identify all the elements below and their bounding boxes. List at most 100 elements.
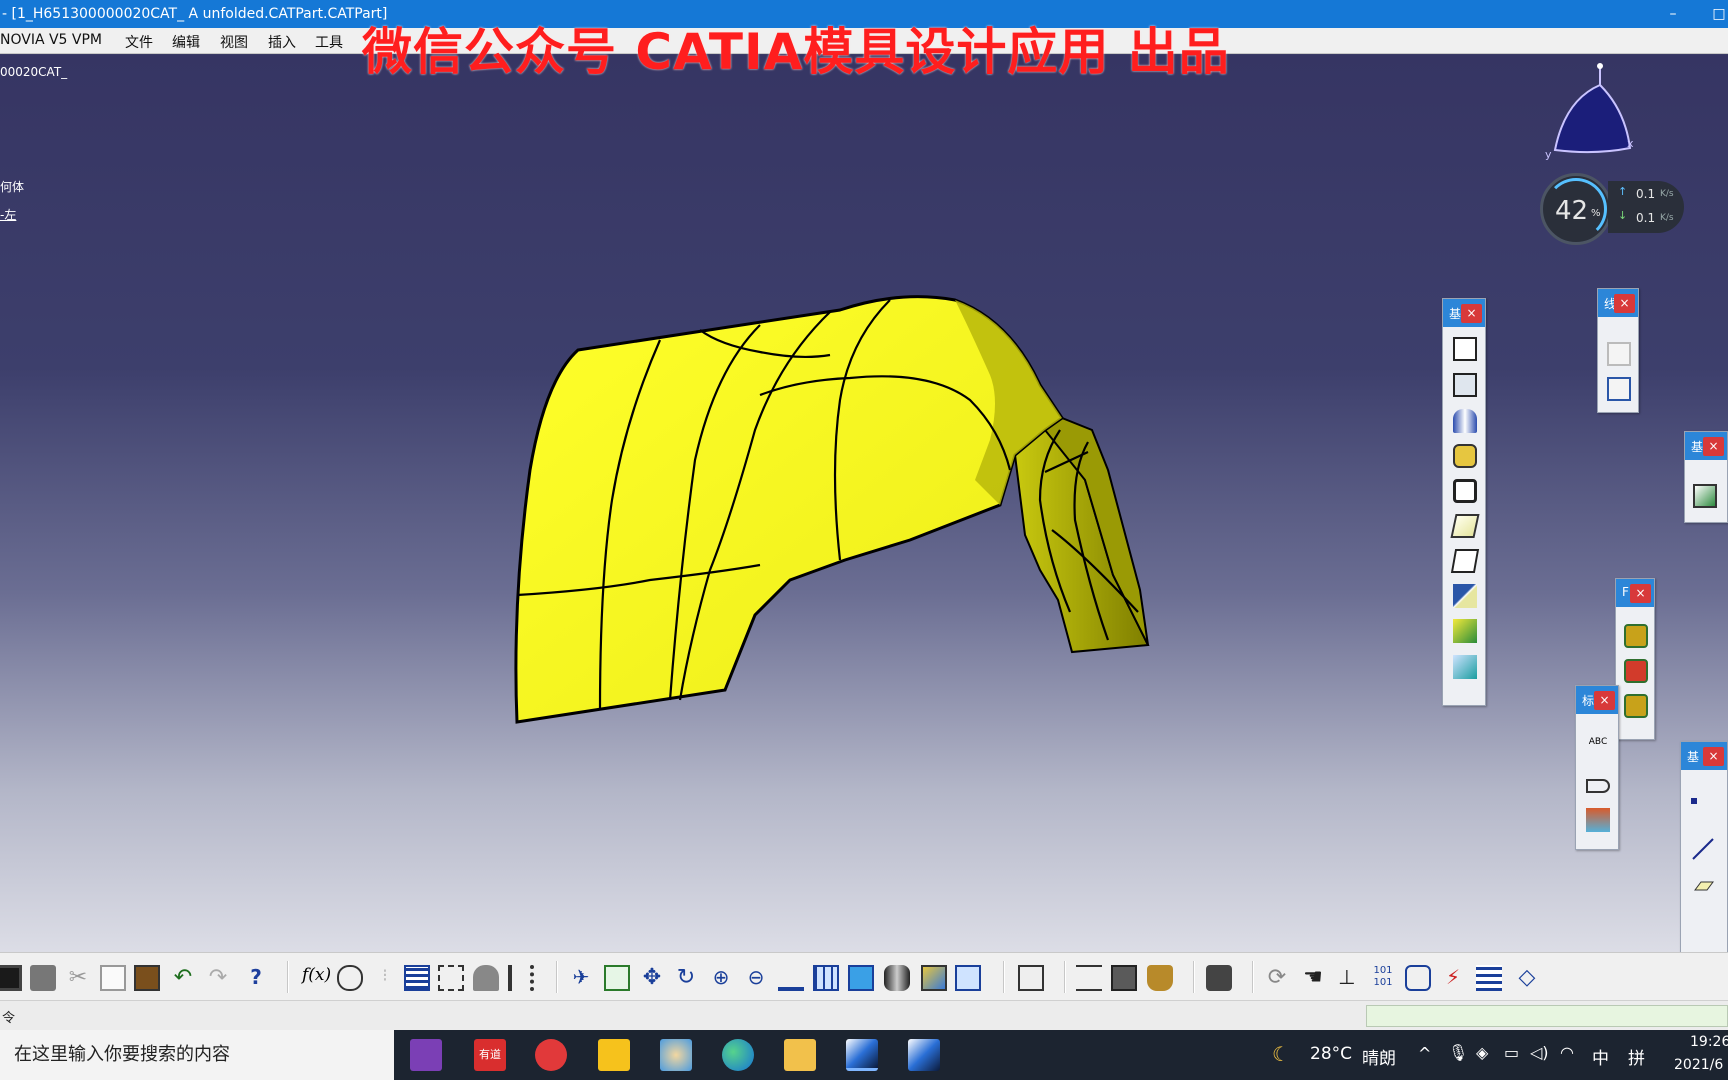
- analysis-icon[interactable]: ⚡: [1440, 965, 1466, 991]
- print-icon[interactable]: [30, 965, 56, 991]
- fill-icon[interactable]: [1453, 444, 1477, 468]
- zoom-in-icon[interactable]: ⊕: [708, 965, 734, 991]
- menu-view[interactable]: 视图: [220, 32, 248, 52]
- line-icon[interactable]: [1691, 837, 1715, 861]
- measure-inertia-icon[interactable]: [1147, 965, 1173, 991]
- close-icon[interactable]: ×: [1461, 304, 1482, 323]
- iso-view-icon[interactable]: [848, 965, 874, 991]
- sticky-notes-icon[interactable]: [598, 1039, 630, 1071]
- floating-toolbar-wireframe[interactable]: 线 ×: [1597, 288, 1639, 413]
- hide-show-icon[interactable]: [921, 965, 947, 991]
- clock-time[interactable]: 19:26: [1690, 1034, 1728, 1050]
- extrude-icon[interactable]: [1453, 337, 1477, 361]
- wifi-icon[interactable]: ◠: [1560, 1043, 1574, 1062]
- undo-icon[interactable]: ↶: [170, 965, 196, 991]
- onenote-icon[interactable]: [410, 1039, 442, 1071]
- measure-between-icon[interactable]: [1076, 965, 1102, 991]
- view-annotation-icon[interactable]: [1586, 808, 1610, 832]
- multi-view-icon[interactable]: [813, 965, 839, 991]
- floating-toolbar-features[interactable]: F ×: [1615, 578, 1655, 740]
- text-annotation-icon[interactable]: ABC: [1586, 736, 1610, 760]
- trim-icon[interactable]: [1453, 619, 1477, 643]
- constraints-icon[interactable]: [508, 965, 534, 991]
- microphone-icon[interactable]: 🎙: [1448, 1043, 1468, 1062]
- box-icon[interactable]: [1607, 377, 1631, 401]
- loft-icon[interactable]: [1453, 479, 1477, 503]
- paste-icon[interactable]: [134, 965, 160, 991]
- point-icon[interactable]: [1691, 798, 1697, 804]
- close-icon[interactable]: ×: [1614, 294, 1635, 313]
- folder-icon[interactable]: [784, 1039, 816, 1071]
- normal-view-icon[interactable]: [778, 965, 804, 991]
- plane-icon[interactable]: [1691, 872, 1715, 896]
- cut-icon[interactable]: ✂: [65, 965, 91, 991]
- close-icon[interactable]: ×: [1703, 747, 1724, 766]
- minimize-button[interactable]: –: [1650, 0, 1696, 28]
- lock-icon[interactable]: [473, 965, 499, 991]
- axis-system-icon[interactable]: ⊥: [1334, 965, 1360, 991]
- flag-note-icon[interactable]: [1586, 779, 1610, 793]
- formula-icon[interactable]: f(x): [302, 965, 331, 991]
- compass-icon[interactable]: y x: [1535, 60, 1645, 170]
- floating-toolbar-reference[interactable]: 基 ×: [1680, 741, 1728, 952]
- grid-icon[interactable]: [1607, 342, 1631, 366]
- capture-icon[interactable]: [1206, 965, 1232, 991]
- catia-icon[interactable]: [846, 1039, 878, 1071]
- edge-icon[interactable]: [722, 1039, 754, 1071]
- list-icon[interactable]: [1476, 965, 1502, 991]
- offset-icon[interactable]: [1453, 373, 1477, 397]
- close-icon[interactable]: ×: [1630, 584, 1651, 603]
- floating-toolbar-surfaces[interactable]: 基 ×: [1442, 298, 1486, 706]
- swap-space-icon[interactable]: [955, 965, 981, 991]
- taskbar-search[interactable]: 在这里输入你要搜索的内容: [0, 1030, 394, 1080]
- youdao-icon[interactable]: 有道: [474, 1039, 506, 1071]
- close-icon[interactable]: ×: [1703, 437, 1724, 456]
- split-icon[interactable]: [1453, 584, 1477, 608]
- menu-edit[interactable]: 编辑: [172, 32, 200, 52]
- table-icon[interactable]: [404, 965, 430, 991]
- floating-toolbar-3[interactable]: 基 ×: [1684, 431, 1728, 523]
- apply-material-icon[interactable]: [1018, 965, 1044, 991]
- boundary-icon[interactable]: [1453, 655, 1477, 679]
- menu-insert[interactable]: 插入: [268, 32, 296, 52]
- menu-file[interactable]: 文件: [125, 32, 153, 52]
- ime-pinyin[interactable]: 拼: [1628, 1044, 1645, 1069]
- menu-app[interactable]: NOVIA V5 VPM: [0, 32, 102, 48]
- chevron-up-icon[interactable]: ^: [1418, 1044, 1431, 1063]
- paint-icon[interactable]: [660, 1039, 692, 1071]
- hand-icon[interactable]: ☚: [1300, 965, 1326, 991]
- close-icon[interactable]: ×: [1594, 691, 1615, 710]
- tree-structure-icon[interactable]: [438, 965, 464, 991]
- redo-icon[interactable]: ↷: [205, 965, 231, 991]
- pan-icon[interactable]: ✥: [639, 965, 665, 991]
- maximize-button[interactable]: □: [1696, 0, 1728, 28]
- network-icon[interactable]: ◈: [1476, 1043, 1488, 1062]
- feature-b-icon[interactable]: [1624, 659, 1648, 683]
- menu-tools[interactable]: 工具: [315, 32, 343, 52]
- battery-icon[interactable]: ▭: [1504, 1043, 1519, 1062]
- body-icon[interactable]: [1405, 965, 1431, 991]
- refresh-icon[interactable]: ⟳: [1264, 965, 1290, 991]
- blend-icon[interactable]: [1450, 514, 1480, 538]
- 3d-viewport[interactable]: 00020CAT_ 何体 -左 y x 42 % ↑ 0.1 K/s ↓ 0.1…: [0, 55, 1728, 952]
- knowledge-icon[interactable]: ⁝: [372, 965, 398, 991]
- join-icon[interactable]: [1450, 549, 1480, 573]
- whats-this-icon[interactable]: ?: [243, 965, 269, 991]
- sweep-icon[interactable]: [1453, 409, 1477, 433]
- save-icon[interactable]: [0, 965, 22, 991]
- volume-icon[interactable]: ◁): [1530, 1043, 1549, 1062]
- zoom-out-icon[interactable]: ⊖: [743, 965, 769, 991]
- comment-icon[interactable]: [337, 965, 363, 991]
- part-body-icon[interactable]: [1693, 484, 1717, 508]
- command-input[interactable]: [1366, 1005, 1728, 1027]
- feature-a-icon[interactable]: [1624, 624, 1648, 648]
- fit-all-icon[interactable]: [604, 965, 630, 991]
- feature-c-icon[interactable]: [1624, 694, 1648, 718]
- copy-icon[interactable]: [100, 965, 126, 991]
- iqiyi-icon[interactable]: [535, 1039, 567, 1071]
- shading-icon[interactable]: [884, 965, 910, 991]
- weather-text[interactable]: 晴朗: [1362, 1044, 1396, 1069]
- floating-toolbar-annotations[interactable]: 标 × ABC: [1575, 685, 1619, 850]
- weather-temp[interactable]: 28°C: [1310, 1044, 1352, 1064]
- ime-chinese[interactable]: 中: [1592, 1044, 1609, 1069]
